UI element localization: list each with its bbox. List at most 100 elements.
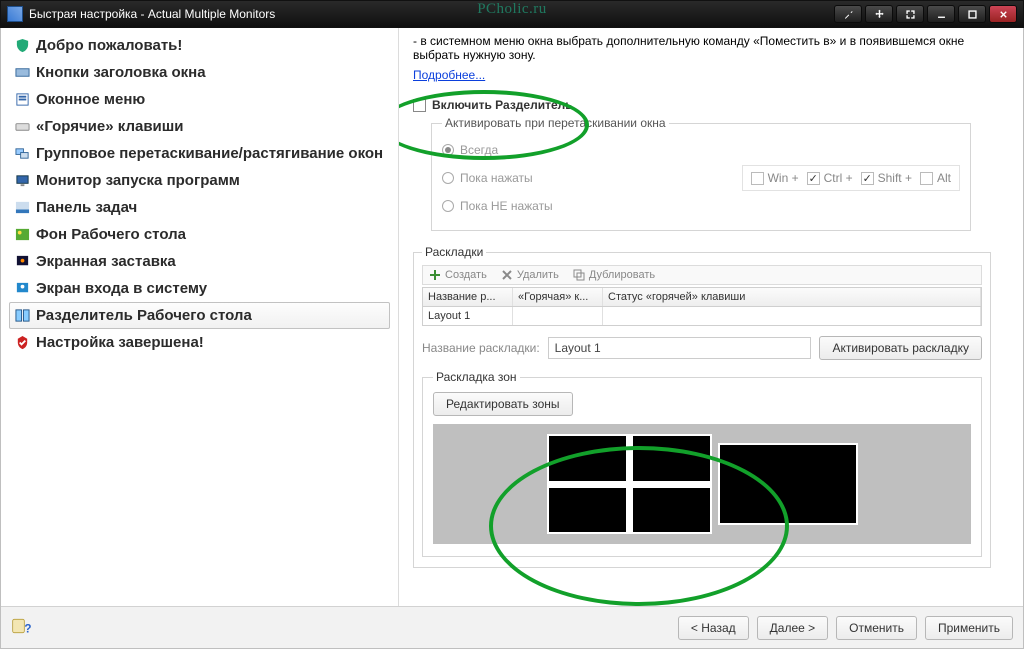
edit-zones-button[interactable]: Редактировать зоны xyxy=(433,392,573,416)
sidebar-item-10[interactable]: Разделитель Рабочего стола xyxy=(9,302,390,329)
sidebar-item-5[interactable]: Монитор запуска программ xyxy=(9,167,390,194)
radio-while-not-pressed-label: Пока НЕ нажаты xyxy=(460,199,553,213)
sidebar-item-label: Разделитель Рабочего стола xyxy=(36,307,252,324)
wrench-icon[interactable] xyxy=(834,5,862,23)
col-name[interactable]: Название р... xyxy=(423,288,513,306)
titlebar-buttons xyxy=(834,5,1017,23)
sidebar-item-label: Кнопки заголовка окна xyxy=(36,64,206,81)
monitor-2-preview xyxy=(718,443,858,525)
sidebar-item-4[interactable]: Групповое перетаскивание/растягивание ок… xyxy=(9,140,390,167)
activation-group: Активировать при перетаскивании окна Все… xyxy=(431,116,971,231)
svg-text:?: ? xyxy=(24,623,31,636)
zone-tile xyxy=(547,486,628,535)
layout-name-label: Название раскладки: xyxy=(422,341,540,355)
sidebar-item-label: Групповое перетаскивание/растягивание ок… xyxy=(36,145,383,162)
next-button[interactable]: Далее > xyxy=(757,616,829,640)
intro-text: - в системном меню окна выбрать дополнит… xyxy=(413,34,1009,62)
key-win-checkbox[interactable] xyxy=(751,172,764,185)
delete-button[interactable]: Удалить xyxy=(501,269,559,281)
activate-layout-button[interactable]: Активировать раскладку xyxy=(819,336,982,360)
sidebar-item-2[interactable]: Оконное меню xyxy=(9,86,390,113)
footer: ? < Назад Далее > Отменить Применить xyxy=(1,606,1023,648)
key-ctrl-checkbox[interactable] xyxy=(807,172,820,185)
sidebar: Добро пожаловать! Кнопки заголовка окна Ок… xyxy=(1,28,399,606)
sidebar-item-label: Панель задач xyxy=(36,199,137,216)
sidebar-item-label: Монитор запуска программ xyxy=(36,172,240,189)
activation-legend: Активировать при перетаскивании окна xyxy=(442,116,669,130)
col-status[interactable]: Статус «горячей» клавиши xyxy=(603,288,981,306)
radio-while-not-pressed[interactable] xyxy=(442,200,454,212)
key-shift-checkbox[interactable] xyxy=(861,172,874,185)
more-link[interactable]: Подробнее... xyxy=(413,68,485,82)
key-alt-checkbox[interactable] xyxy=(920,172,933,185)
enable-divider-label: Включить Разделитель xyxy=(432,98,573,112)
radio-while-pressed-label: Пока нажаты xyxy=(460,171,533,185)
key-ctrl-label: Ctrl + xyxy=(824,171,853,185)
help-icon[interactable]: ? xyxy=(11,616,31,639)
sidebar-item-label: «Горячие» клавиши xyxy=(36,118,184,135)
table-row[interactable]: Layout 1 xyxy=(423,307,981,325)
done-icon xyxy=(14,335,30,351)
hotkeys-icon xyxy=(14,119,30,135)
radio-always-label: Всегда xyxy=(460,143,498,157)
create-button[interactable]: Создать xyxy=(429,269,487,281)
monitor-1-preview xyxy=(547,434,712,534)
zones-legend: Раскладка зон xyxy=(433,370,520,384)
modifier-keys: Win + Ctrl + Shift + Alt xyxy=(742,165,960,191)
sidebar-item-7[interactable]: Фон Рабочего стола xyxy=(9,221,390,248)
zone-layout-group: Раскладка зон Редактировать зоны xyxy=(422,370,982,557)
sidebar-item-label: Настройка завершена! xyxy=(36,334,204,351)
app-icon xyxy=(7,6,23,22)
collapse-icon[interactable] xyxy=(896,5,924,23)
sidebar-item-0[interactable]: Добро пожаловать! xyxy=(9,32,390,59)
layouts-legend: Раскладки xyxy=(422,245,486,259)
zone-tile xyxy=(547,434,628,483)
sidebar-item-8[interactable]: Экранная заставка xyxy=(9,248,390,275)
wallpaper-icon xyxy=(14,227,30,243)
zone-tile xyxy=(631,486,712,535)
watermark: PCholic.ru xyxy=(477,1,547,18)
layout-name-input[interactable] xyxy=(548,337,812,359)
layouts-toolbar: Создать Удалить Дублировать xyxy=(422,265,982,285)
content-pane: - в системном меню окна выбрать дополнит… xyxy=(399,28,1023,606)
sidebar-item-9[interactable]: Экран входа в систему xyxy=(9,275,390,302)
maximize-icon[interactable] xyxy=(958,5,986,23)
radio-always[interactable] xyxy=(442,144,454,156)
sidebar-item-1[interactable]: Кнопки заголовка окна xyxy=(9,59,390,86)
close-icon[interactable] xyxy=(989,5,1017,23)
winmenu-icon xyxy=(14,92,30,108)
zone-tile xyxy=(631,434,712,483)
key-shift-label: Shift + xyxy=(878,171,912,185)
shield-icon xyxy=(14,38,30,54)
sidebar-item-label: Экран входа в систему xyxy=(36,280,207,297)
enable-divider-checkbox[interactable] xyxy=(413,99,426,112)
sidebar-item-11[interactable]: Настройка завершена! xyxy=(9,329,390,356)
zone-preview[interactable] xyxy=(433,424,971,544)
titlebar: Быстрая настройка - Actual Multiple Moni… xyxy=(0,0,1024,28)
window-title: Быстрая настройка - Actual Multiple Moni… xyxy=(29,7,275,21)
key-win-label: Win + xyxy=(768,171,799,185)
cancel-button[interactable]: Отменить xyxy=(836,616,917,640)
duplicate-button[interactable]: Дублировать xyxy=(573,269,655,281)
taskbar-icon xyxy=(14,200,30,216)
logon-icon xyxy=(14,281,30,297)
divider-icon xyxy=(14,308,30,324)
radio-while-pressed[interactable] xyxy=(442,172,454,184)
layouts-table[interactable]: Название р... «Горячая» к... Статус «гор… xyxy=(422,287,982,326)
minimize-icon[interactable] xyxy=(927,5,955,23)
move-icon[interactable] xyxy=(865,5,893,23)
sidebar-item-6[interactable]: Панель задач xyxy=(9,194,390,221)
sidebar-item-3[interactable]: «Горячие» клавиши xyxy=(9,113,390,140)
apply-button[interactable]: Применить xyxy=(925,616,1013,640)
sidebar-item-label: Добро пожаловать! xyxy=(36,37,182,54)
layouts-group: Раскладки Создать Удалить Дублировать На… xyxy=(413,245,991,568)
titlebtns-icon xyxy=(14,65,30,81)
col-hotkey[interactable]: «Горячая» к... xyxy=(513,288,603,306)
groupdrag-icon xyxy=(14,146,30,162)
sidebar-item-label: Экранная заставка xyxy=(36,253,176,270)
screensaver-icon xyxy=(14,254,30,270)
sidebar-item-label: Оконное меню xyxy=(36,91,145,108)
monitor-icon xyxy=(14,173,30,189)
back-button[interactable]: < Назад xyxy=(678,616,749,640)
sidebar-item-label: Фон Рабочего стола xyxy=(36,226,186,243)
